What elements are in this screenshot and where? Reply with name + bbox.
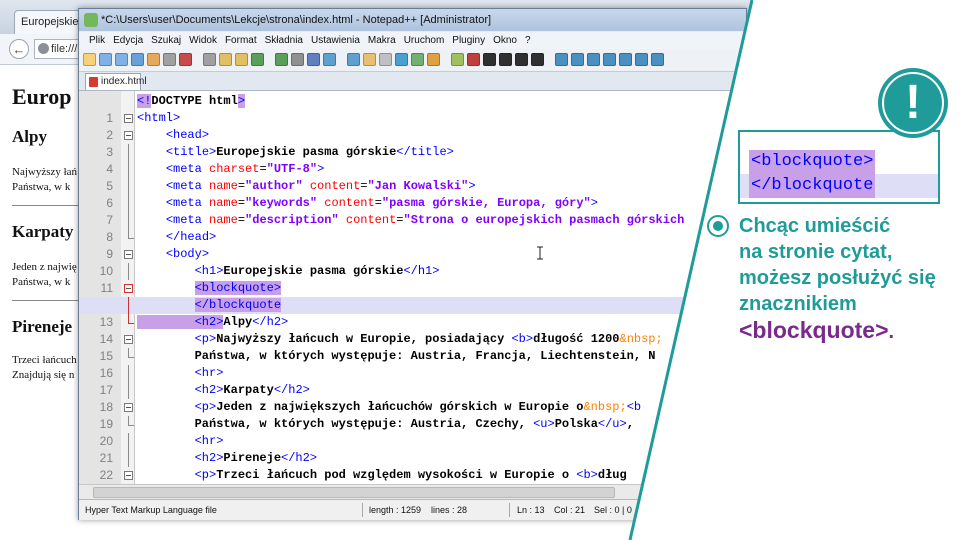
- caption-text: Chcąc umieścić na stronie cytat, możesz …: [739, 215, 936, 343]
- zoom-callout: ───────── <blockquote> </blockquote: [738, 130, 940, 204]
- alert-icon: !: [878, 68, 948, 138]
- caption-tag: <blockquote>: [739, 317, 889, 343]
- zoom-close-tag: </blockquote: [749, 174, 876, 198]
- zoom-open-tag: <blockquote>: [749, 150, 876, 174]
- bullet-icon: [707, 215, 729, 237]
